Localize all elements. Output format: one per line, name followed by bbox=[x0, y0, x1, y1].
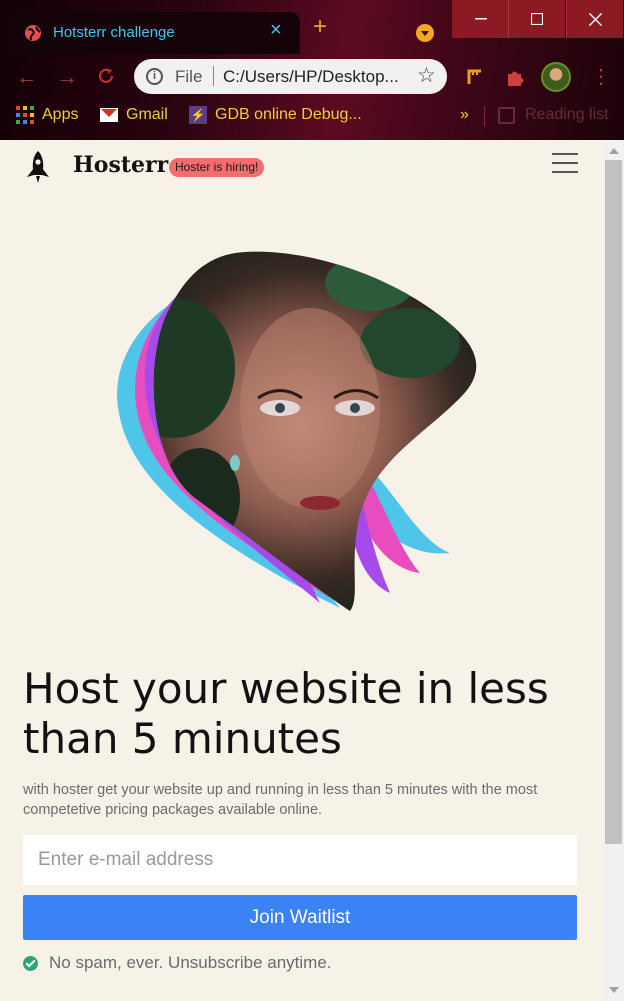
hero-image bbox=[117, 251, 477, 611]
scheme-label: File bbox=[175, 67, 203, 86]
join-waitlist-button[interactable]: Join Waitlist bbox=[23, 895, 577, 940]
page-scrollbar[interactable] bbox=[603, 140, 624, 1001]
scroll-down-icon[interactable] bbox=[609, 987, 619, 993]
hiring-badge[interactable]: Hoster is hiring! bbox=[169, 158, 265, 177]
more-menu-icon[interactable]: ⋮ bbox=[591, 64, 611, 89]
reload-icon[interactable] bbox=[96, 66, 116, 86]
email-field[interactable] bbox=[23, 835, 577, 885]
extensions-puzzle-icon[interactable] bbox=[505, 66, 527, 88]
browser-tab[interactable]: Hotsterr challenge × bbox=[8, 12, 300, 54]
page-title: Host your website in less than 5 minutes bbox=[23, 664, 549, 763]
browser-chrome: Hotsterr challenge × + ← → i File C:/Use… bbox=[0, 0, 624, 140]
tab-title: Hotsterr challenge bbox=[53, 24, 175, 41]
close-window-button[interactable] bbox=[566, 0, 623, 38]
divider bbox=[484, 106, 485, 126]
address-bar[interactable]: i File C:/Users/HP/Desktop... ☆ bbox=[134, 59, 447, 94]
minimize-button[interactable] bbox=[452, 0, 509, 38]
scrollbar-thumb[interactable] bbox=[605, 160, 622, 844]
new-tab-icon[interactable]: + bbox=[313, 15, 327, 39]
no-spam-note: No spam, ever. Unsubscribe anytime. bbox=[23, 953, 332, 973]
bookmark-label: Gmail bbox=[126, 106, 168, 123]
page-viewport: Hosterr Hoster is hiring! Host your webs… bbox=[0, 140, 603, 1001]
bookmark-label: GDB online Debug... bbox=[215, 106, 362, 123]
rocket-logo-icon bbox=[27, 151, 49, 183]
check-circle-icon bbox=[23, 955, 38, 971]
reading-list-label: Reading list bbox=[525, 106, 609, 123]
profile-avatar[interactable] bbox=[541, 62, 571, 92]
forward-icon[interactable]: → bbox=[56, 64, 78, 90]
bookmark-apps[interactable]: Apps bbox=[16, 106, 78, 124]
reading-list-icon bbox=[498, 106, 515, 124]
extension-ruler-icon[interactable] bbox=[466, 66, 486, 86]
tab-search-icon[interactable] bbox=[416, 24, 434, 42]
close-tab-icon[interactable]: × bbox=[270, 19, 282, 42]
reading-list-button[interactable]: Reading list bbox=[498, 106, 609, 124]
bookmark-gmail[interactable]: Gmail bbox=[100, 106, 168, 124]
back-icon[interactable]: ← bbox=[16, 64, 38, 90]
divider bbox=[213, 66, 214, 86]
maximize-button[interactable] bbox=[508, 0, 565, 38]
no-spam-text: No spam, ever. Unsubscribe anytime. bbox=[49, 953, 332, 972]
info-icon[interactable]: i bbox=[146, 68, 163, 85]
hamburger-menu-icon[interactable] bbox=[552, 153, 578, 173]
brand-name[interactable]: Hosterr bbox=[73, 152, 168, 178]
gdb-icon: ⚡ bbox=[189, 106, 207, 124]
bookmark-label: Apps bbox=[42, 106, 79, 123]
globe-icon bbox=[25, 25, 41, 41]
scroll-up-icon[interactable] bbox=[609, 148, 619, 154]
bookmark-gdb[interactable]: ⚡ GDB online Debug... bbox=[189, 106, 362, 124]
apps-grid-icon bbox=[16, 106, 34, 124]
gmail-icon bbox=[100, 108, 118, 122]
url-text[interactable]: C:/Users/HP/Desktop... bbox=[223, 67, 399, 87]
bookmark-star-icon[interactable]: ☆ bbox=[417, 63, 436, 88]
more-bookmarks-icon[interactable]: » bbox=[460, 106, 469, 124]
hero-description: with hoster get your website up and runn… bbox=[23, 782, 538, 818]
